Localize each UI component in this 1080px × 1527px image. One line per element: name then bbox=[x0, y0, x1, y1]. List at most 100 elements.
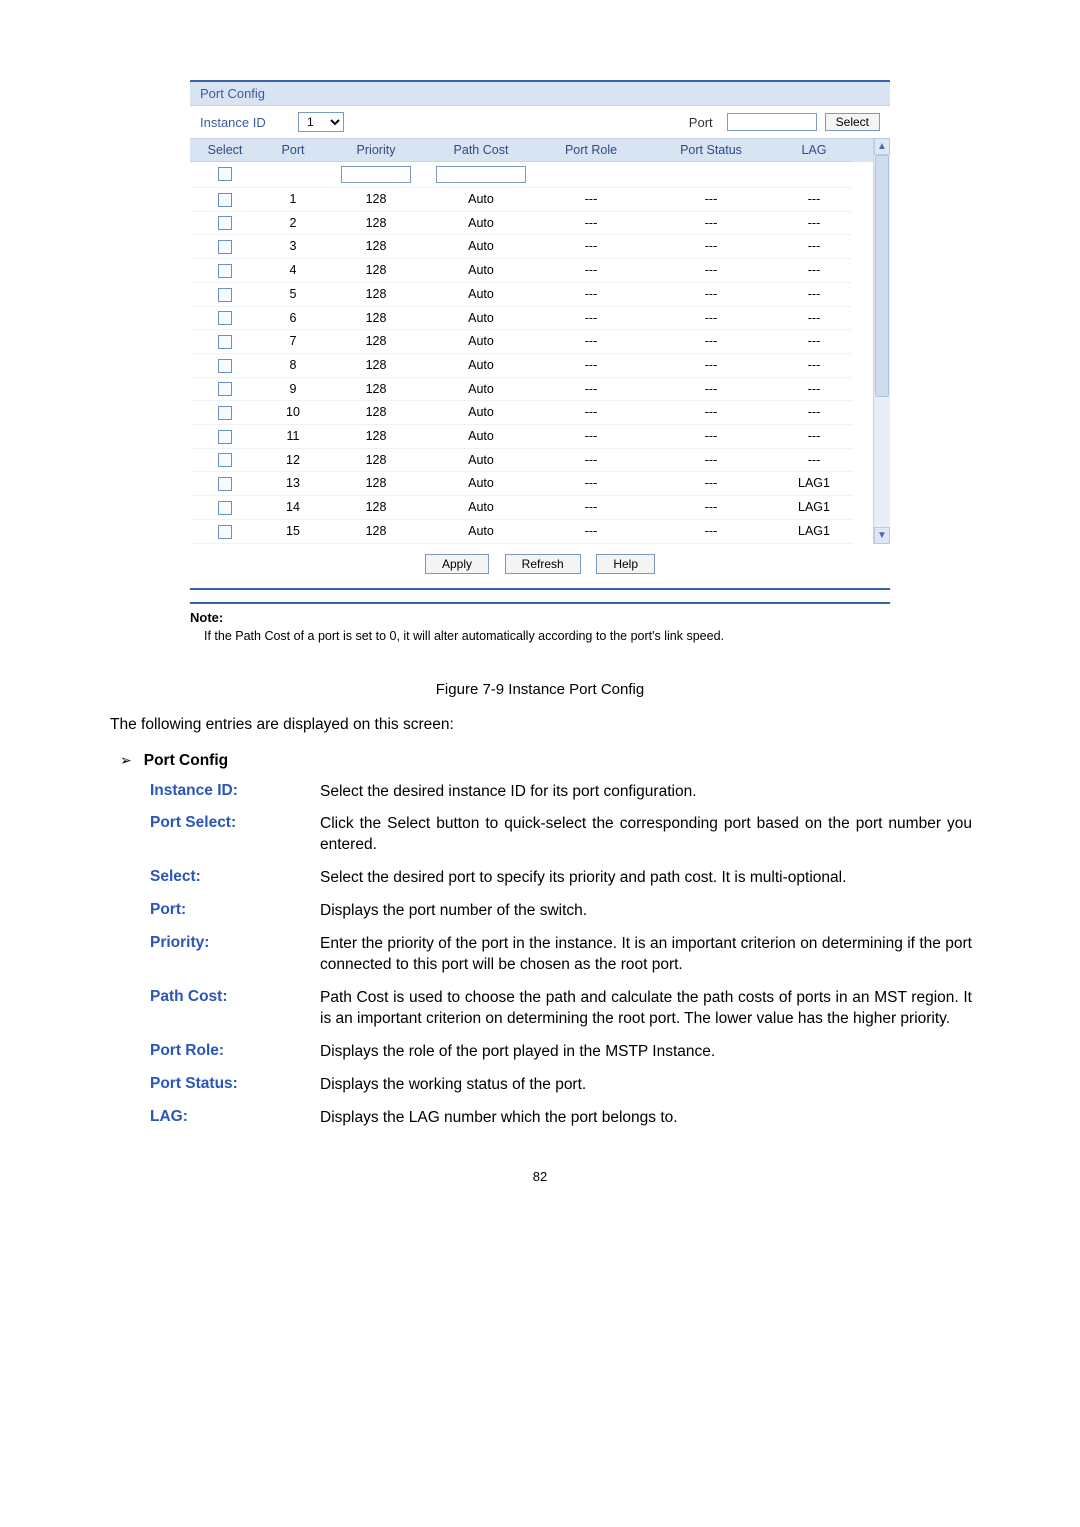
row-checkbox[interactable] bbox=[218, 264, 232, 278]
col-portrole: Port Role bbox=[536, 139, 646, 162]
cell-portstatus: --- bbox=[646, 496, 776, 520]
help-button[interactable]: Help bbox=[596, 554, 655, 574]
cell-port: 4 bbox=[260, 259, 326, 283]
instance-id-select[interactable]: 1 bbox=[298, 112, 344, 132]
cell-pathcost: Auto bbox=[426, 401, 536, 425]
cell-portstatus: --- bbox=[646, 401, 776, 425]
cell-pathcost: Auto bbox=[426, 472, 536, 496]
row-checkbox[interactable] bbox=[218, 382, 232, 396]
cell-portrole: --- bbox=[536, 401, 646, 425]
cell-portrole: --- bbox=[536, 330, 646, 354]
table-row: 12128Auto--------- bbox=[190, 449, 873, 473]
priority-input[interactable] bbox=[341, 166, 411, 183]
definition-description: Click the Select button to quick-select … bbox=[320, 814, 980, 856]
definition-row: Port Role:Displays the role of the port … bbox=[150, 1042, 980, 1063]
row-checkbox[interactable] bbox=[218, 501, 232, 515]
cell-priority: 128 bbox=[326, 259, 426, 283]
cell-portrole: --- bbox=[536, 378, 646, 402]
cell-lag: --- bbox=[776, 188, 852, 212]
col-port: Port bbox=[260, 139, 326, 162]
page-number: 82 bbox=[100, 1169, 980, 1184]
table-row: 3128Auto--------- bbox=[190, 235, 873, 259]
row-checkbox[interactable] bbox=[218, 311, 232, 325]
vertical-scrollbar[interactable]: ▲ ▼ bbox=[873, 138, 890, 544]
cell-portrole: --- bbox=[536, 449, 646, 473]
definition-term: Port: bbox=[150, 901, 320, 922]
pathcost-input[interactable] bbox=[436, 166, 526, 183]
cell-priority: 128 bbox=[326, 283, 426, 307]
definition-term: Select: bbox=[150, 868, 320, 889]
table-row: 10128Auto--------- bbox=[190, 401, 873, 425]
select-button[interactable]: Select bbox=[825, 113, 880, 131]
cell-portstatus: --- bbox=[646, 472, 776, 496]
cell-port: 7 bbox=[260, 330, 326, 354]
row-checkbox[interactable] bbox=[218, 240, 232, 254]
definition-description: Displays the working status of the port. bbox=[320, 1075, 980, 1096]
cell-port: 12 bbox=[260, 449, 326, 473]
cell-portstatus: --- bbox=[646, 259, 776, 283]
row-checkbox[interactable] bbox=[218, 288, 232, 302]
cell-lag: --- bbox=[776, 354, 852, 378]
table-row: 13128Auto------LAG1 bbox=[190, 472, 873, 496]
row-checkbox[interactable] bbox=[218, 477, 232, 491]
cell-priority: 128 bbox=[326, 472, 426, 496]
table-row: 8128Auto--------- bbox=[190, 354, 873, 378]
definition-row: Port Select:Click the Select button to q… bbox=[150, 814, 980, 856]
definition-row: Instance ID:Select the desired instance … bbox=[150, 782, 980, 803]
table-row: 6128Auto--------- bbox=[190, 307, 873, 331]
cell-pathcost: Auto bbox=[426, 307, 536, 331]
cell-pathcost: Auto bbox=[426, 520, 536, 544]
table-row: 1128Auto--------- bbox=[190, 188, 873, 212]
cell-portrole: --- bbox=[536, 496, 646, 520]
row-checkbox[interactable] bbox=[218, 525, 232, 539]
definition-row: Select:Select the desired port to specif… bbox=[150, 868, 980, 889]
definition-term: Port Role: bbox=[150, 1042, 320, 1063]
scroll-thumb[interactable] bbox=[875, 155, 889, 397]
refresh-button[interactable]: Refresh bbox=[505, 554, 581, 574]
definition-row: Port Status:Displays the working status … bbox=[150, 1075, 980, 1096]
cell-portstatus: --- bbox=[646, 449, 776, 473]
cell-portrole: --- bbox=[536, 307, 646, 331]
apply-button[interactable]: Apply bbox=[425, 554, 489, 574]
cell-priority: 128 bbox=[326, 520, 426, 544]
row-checkbox[interactable] bbox=[218, 430, 232, 444]
cell-priority: 128 bbox=[326, 401, 426, 425]
cell-portstatus: --- bbox=[646, 520, 776, 544]
cell-lag: --- bbox=[776, 330, 852, 354]
cell-portstatus: --- bbox=[646, 425, 776, 449]
panel-title: Port Config bbox=[190, 82, 890, 106]
cell-priority: 128 bbox=[326, 378, 426, 402]
row-checkbox[interactable] bbox=[218, 335, 232, 349]
cell-pathcost: Auto bbox=[426, 354, 536, 378]
row-checkbox[interactable] bbox=[218, 406, 232, 420]
cell-priority: 128 bbox=[326, 425, 426, 449]
row-checkbox[interactable] bbox=[218, 216, 232, 230]
row-checkbox[interactable] bbox=[218, 359, 232, 373]
definition-term: LAG: bbox=[150, 1108, 320, 1129]
note-block: Note: If the Path Cost of a port is set … bbox=[190, 602, 890, 657]
port-label: Port bbox=[689, 115, 713, 130]
row-checkbox[interactable] bbox=[218, 193, 232, 207]
cell-lag: --- bbox=[776, 401, 852, 425]
cell-lag: LAG1 bbox=[776, 472, 852, 496]
row-checkbox[interactable] bbox=[218, 453, 232, 467]
cell-priority: 128 bbox=[326, 354, 426, 378]
select-all-checkbox[interactable] bbox=[218, 167, 232, 181]
cell-lag: --- bbox=[776, 212, 852, 236]
table-row: 4128Auto--------- bbox=[190, 259, 873, 283]
instance-id-label: Instance ID bbox=[200, 115, 290, 130]
scroll-down-icon[interactable]: ▼ bbox=[874, 527, 890, 544]
cell-priority: 128 bbox=[326, 235, 426, 259]
cell-portrole: --- bbox=[536, 259, 646, 283]
cell-port: 15 bbox=[260, 520, 326, 544]
cell-port: 8 bbox=[260, 354, 326, 378]
port-input[interactable] bbox=[727, 113, 817, 131]
scroll-up-icon[interactable]: ▲ bbox=[874, 138, 890, 155]
definition-row: LAG:Displays the LAG number which the po… bbox=[150, 1108, 980, 1129]
cell-lag: --- bbox=[776, 449, 852, 473]
definition-term: Port Status: bbox=[150, 1075, 320, 1096]
col-priority: Priority bbox=[326, 139, 426, 162]
definition-row: Port:Displays the port number of the swi… bbox=[150, 901, 980, 922]
cell-lag: --- bbox=[776, 378, 852, 402]
filter-row: Instance ID 1 Port Select bbox=[190, 106, 890, 138]
